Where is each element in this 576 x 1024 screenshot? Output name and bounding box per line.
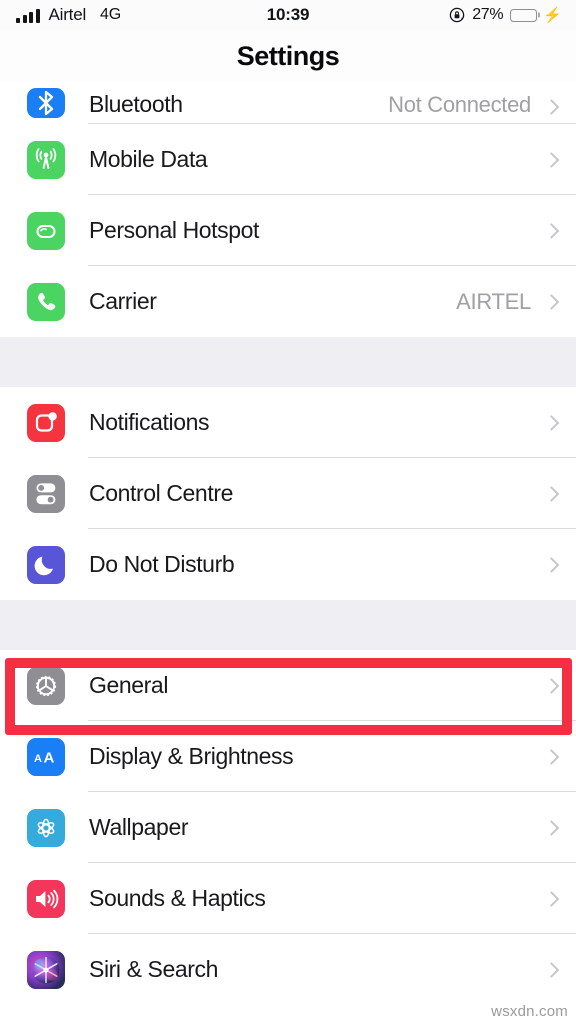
settings-row-mobile-data[interactable]: Mobile Data [0, 124, 576, 195]
chevron-right-icon [545, 554, 558, 576]
settings-row-control-centre[interactable]: Control Centre [0, 458, 576, 529]
battery-percent-label: 27% [472, 6, 504, 23]
group-separator [0, 337, 576, 387]
settings-row-carrier[interactable]: Carrier AIRTEL [0, 266, 576, 337]
do-not-disturb-moon-icon [27, 545, 65, 584]
row-label: Notifications [89, 409, 210, 435]
settings-screen: Airtel 4G 10:39 27% ⚡ Settings Bluetooth… [0, 0, 576, 1024]
settings-row-wallpaper[interactable]: Wallpaper [0, 792, 576, 863]
row-value: AIRTEL [456, 288, 531, 314]
svg-text:A: A [44, 749, 55, 766]
row-label: Display & Brightness [89, 743, 294, 769]
siri-search-icon [27, 950, 65, 989]
watermark: wsxdn.com [491, 1003, 568, 1020]
row-label: Mobile Data [89, 146, 208, 172]
row-label: General [89, 672, 169, 698]
chevron-right-icon [545, 959, 558, 981]
settings-group-alerts: Notifications Control Centre Do Not Distur… [0, 387, 576, 600]
personal-hotspot-icon [27, 211, 65, 250]
row-label: Carrier [89, 288, 157, 314]
row-label: Do Not Disturb [89, 551, 235, 577]
mobile-data-icon [27, 140, 65, 179]
settings-row-general[interactable]: General [0, 650, 576, 721]
page-title: Settings [236, 40, 340, 71]
notifications-icon [27, 403, 65, 442]
settings-row-do-not-disturb[interactable]: Do Not Disturb [0, 529, 576, 600]
chevron-right-icon [545, 675, 558, 697]
settings-row-sounds-haptics[interactable]: Sounds & Haptics [0, 863, 576, 934]
group-separator [0, 600, 576, 650]
status-bar: Airtel 4G 10:39 27% ⚡ [0, 0, 576, 30]
status-carrier-label: Airtel [48, 5, 87, 24]
control-centre-icon [27, 474, 65, 513]
status-network-label: 4G [100, 6, 121, 23]
chevron-right-icon [545, 412, 558, 434]
chevron-right-icon [545, 746, 558, 768]
settings-group-connectivity: Bluetooth Not Connected Mobile Data Persona… [0, 82, 576, 337]
chevron-right-icon [545, 149, 558, 171]
row-value: Not Connected [388, 92, 531, 117]
chevron-right-icon [545, 483, 558, 505]
row-label: Siri & Search [89, 956, 219, 982]
sounds-haptics-icon [27, 879, 65, 918]
svg-text:A: A [34, 753, 42, 765]
chevron-right-icon [545, 817, 558, 839]
rotation-lock-icon [449, 7, 465, 23]
signal-strength-icon [16, 8, 40, 23]
bluetooth-icon [27, 88, 65, 118]
wallpaper-icon [27, 808, 65, 847]
settings-row-display-brightness[interactable]: A A Display & Brightness [0, 721, 576, 792]
settings-row-siri-search[interactable]: Siri & Search [0, 934, 576, 1005]
carrier-phone-icon [27, 282, 65, 321]
chevron-right-icon [545, 220, 558, 242]
settings-list[interactable]: Bluetooth Not Connected Mobile Data Persona… [0, 82, 576, 1005]
battery-icon [510, 8, 540, 22]
settings-row-personal-hotspot[interactable]: Personal Hotspot [0, 195, 576, 266]
row-label: Wallpaper [89, 814, 189, 840]
row-label: Sounds & Haptics [89, 885, 266, 911]
row-label: Bluetooth [89, 91, 183, 117]
general-gear-icon [27, 666, 65, 705]
settings-row-notifications[interactable]: Notifications [0, 387, 576, 458]
status-bar-right: 27% ⚡ [449, 6, 562, 24]
settings-row-bluetooth[interactable]: Bluetooth Not Connected [0, 82, 576, 124]
chevron-right-icon [545, 291, 558, 313]
charging-bolt-icon: ⚡ [543, 6, 562, 24]
settings-group-system: General A A Display & Brightness Wallpaper So… [0, 650, 576, 1005]
row-label: Control Centre [89, 480, 233, 506]
chevron-right-icon [545, 96, 558, 118]
display-brightness-icon: AA [27, 737, 65, 776]
chevron-right-icon [545, 888, 558, 910]
navigation-bar: Settings [0, 30, 576, 82]
status-bar-left: Airtel 4G [16, 5, 121, 25]
row-label: Personal Hotspot [89, 217, 260, 243]
